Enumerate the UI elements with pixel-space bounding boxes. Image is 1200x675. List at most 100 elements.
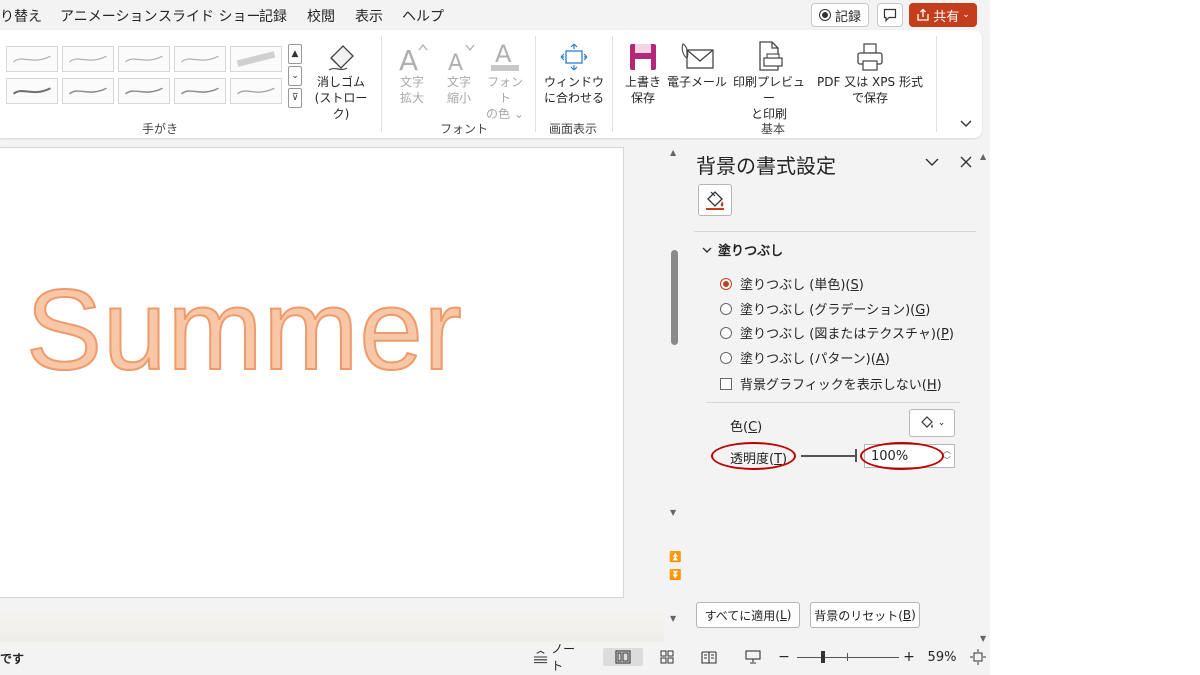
slide-scrollbar[interactable]: ▲ ▼ ⏫ ⏬ ▼ — [664, 140, 684, 645]
radio-button[interactable] — [720, 277, 732, 290]
pen-style-3[interactable] — [118, 46, 170, 72]
fit-slide-button[interactable] — [968, 648, 988, 666]
pen-style-9[interactable] — [174, 78, 226, 104]
scroll-thumb[interactable] — [671, 250, 678, 345]
fill-tab[interactable] — [698, 184, 732, 216]
tab-animations[interactable]: アニメーション — [60, 6, 157, 26]
scroll-down-icon[interactable]: ▼ — [670, 508, 676, 517]
notes-label: ノート — [551, 642, 576, 673]
pen-style-7[interactable] — [62, 78, 114, 104]
share-label: 共有 — [933, 9, 960, 25]
pen-style-1[interactable] — [6, 46, 58, 72]
spin-arrows-icon[interactable]: ︿ ﹀ — [943, 446, 951, 466]
radio-button[interactable] — [720, 302, 732, 315]
zoom-in-button[interactable]: + — [902, 648, 916, 666]
pane-scroll-up-icon[interactable]: ▲ — [980, 152, 986, 161]
increase-font-button[interactable]: A 文字 拡大 — [392, 38, 432, 106]
pen-style-4[interactable] — [174, 46, 226, 72]
fill-picture-option[interactable]: 塗りつぶし (図またはテクスチャ)(P) — [720, 323, 954, 342]
pane-close-button[interactable] — [956, 152, 976, 172]
email-button[interactable]: 電子メール — [667, 38, 727, 90]
font-increase-icon: A — [399, 43, 428, 72]
fill-section-header[interactable]: 塗りつぶし — [702, 240, 783, 259]
hide-background-graphics-checkbox[interactable]: 背景グラフィックを表示しない(H) — [720, 374, 942, 393]
pen-style-10[interactable] — [230, 78, 282, 104]
save-button[interactable]: 上書き 保存 — [619, 38, 667, 106]
group-divider — [936, 36, 937, 132]
fill-color-button[interactable]: ⌄ — [909, 409, 955, 437]
slideshow-icon — [745, 650, 761, 664]
close-icon — [960, 156, 972, 168]
increase-font-label-1: 文字 — [399, 75, 424, 89]
save-label-2: 保存 — [630, 91, 655, 105]
tab-view[interactable]: 表示 — [355, 6, 383, 26]
font-color-label-2: の色 ⌄ — [486, 107, 524, 121]
tab-record[interactable]: 記録 — [259, 6, 287, 26]
comments-button[interactable] — [877, 3, 903, 27]
fill-pattern-option[interactable]: 塗りつぶし (パターン)(A) — [720, 348, 890, 367]
gallery-down-icon[interactable]: ⌄ — [288, 66, 302, 86]
pen-style-2[interactable] — [62, 46, 114, 72]
next-slide-icon[interactable]: ⏬ — [669, 570, 681, 581]
save-as-pdf-button[interactable]: PDF 又は XPS 形式 で保存 — [812, 38, 928, 106]
slide-title-text[interactable]: Summer — [25, 273, 463, 389]
pen-style-6[interactable] — [6, 78, 58, 104]
tab-help[interactable]: ヘルプ — [402, 6, 444, 26]
reading-view-button[interactable] — [698, 648, 720, 666]
ribbon-collapse-icon[interactable] — [958, 116, 974, 132]
record-icon — [818, 9, 831, 21]
pen-style-5[interactable] — [230, 46, 282, 72]
save-label-1: 上書き — [624, 75, 661, 89]
share-button[interactable]: 共有 ⌄ — [909, 3, 977, 27]
chevron-down-icon: ⌄ — [962, 10, 970, 20]
group-label-display: 画面表示 — [549, 122, 598, 136]
zoom-out-button[interactable]: − — [777, 648, 791, 666]
decrease-font-button[interactable]: A 文字 縮小 — [439, 38, 479, 106]
fill-gradient-option[interactable]: 塗りつぶし (グラデーション)(G) — [720, 299, 930, 318]
fill-solid-option[interactable]: 塗りつぶし (単色)(S) — [720, 274, 864, 293]
comment-icon — [883, 8, 897, 22]
pen-style-8[interactable] — [118, 78, 170, 104]
color-label: 色(C) — [730, 420, 763, 435]
eraser-stroke-button[interactable]: 消しゴム (ストローク) — [309, 38, 373, 122]
checkbox[interactable] — [720, 377, 732, 390]
slideshow-button[interactable] — [742, 648, 764, 666]
eraser-icon — [328, 45, 354, 71]
notes-icon — [533, 650, 548, 664]
font-color-label-1: フォント — [486, 75, 523, 105]
zoom-slider[interactable] — [797, 657, 899, 658]
tab-slideshow[interactable]: スライド ショー — [158, 6, 260, 26]
previous-slide-icon[interactable]: ⏫ — [669, 552, 681, 563]
zoom-slider-thumb[interactable] — [821, 651, 825, 663]
group-label-basic: 基本 — [761, 122, 786, 136]
scroll-down-icon[interactable]: ▼ — [670, 614, 676, 623]
transparency-slider-thumb[interactable] — [855, 449, 857, 462]
pane-options-button[interactable] — [922, 152, 942, 172]
print-preview-icon — [759, 41, 783, 71]
share-icon — [917, 8, 929, 21]
radio-button[interactable] — [720, 351, 732, 364]
pen-gallery: ▲ ⌄ ⊽ — [0, 44, 302, 108]
gallery-up-icon[interactable]: ▲ — [288, 44, 302, 64]
record-button[interactable]: 記録 — [811, 3, 869, 27]
apply-to-all-button[interactable]: すべてに適用(L) — [696, 602, 800, 628]
zoom-level[interactable]: 59% — [924, 648, 960, 666]
font-color-button[interactable]: A フォント の色 ⌄ — [483, 38, 527, 122]
normal-view-button[interactable] — [603, 648, 643, 666]
print-preview-button[interactable]: 印刷プレビュー と印刷 — [731, 38, 807, 122]
tab-review[interactable]: 校閲 — [307, 6, 335, 26]
option-label: 塗りつぶし (パターン)(A) — [740, 352, 890, 367]
scroll-up-icon[interactable]: ▲ — [670, 148, 676, 157]
fit-window-label-2: に合わせる — [543, 91, 604, 105]
gallery-expand-icon[interactable]: ⊽ — [288, 88, 302, 108]
radio-button[interactable] — [720, 326, 732, 339]
slide-sorter-button[interactable] — [656, 648, 678, 666]
pane-divider — [706, 402, 960, 403]
pane-scroll-down-icon[interactable]: ▼ — [980, 634, 986, 643]
notes-area[interactable] — [0, 610, 664, 642]
fit-to-window-button[interactable]: ウィンドウ に合わせる — [543, 38, 605, 106]
reset-background-button[interactable]: 背景のリセット(B) — [810, 602, 920, 628]
notes-button[interactable]: ノート — [533, 642, 585, 673]
tab-transitions[interactable]: り替え — [0, 6, 42, 26]
transparency-slider[interactable] — [801, 455, 857, 457]
